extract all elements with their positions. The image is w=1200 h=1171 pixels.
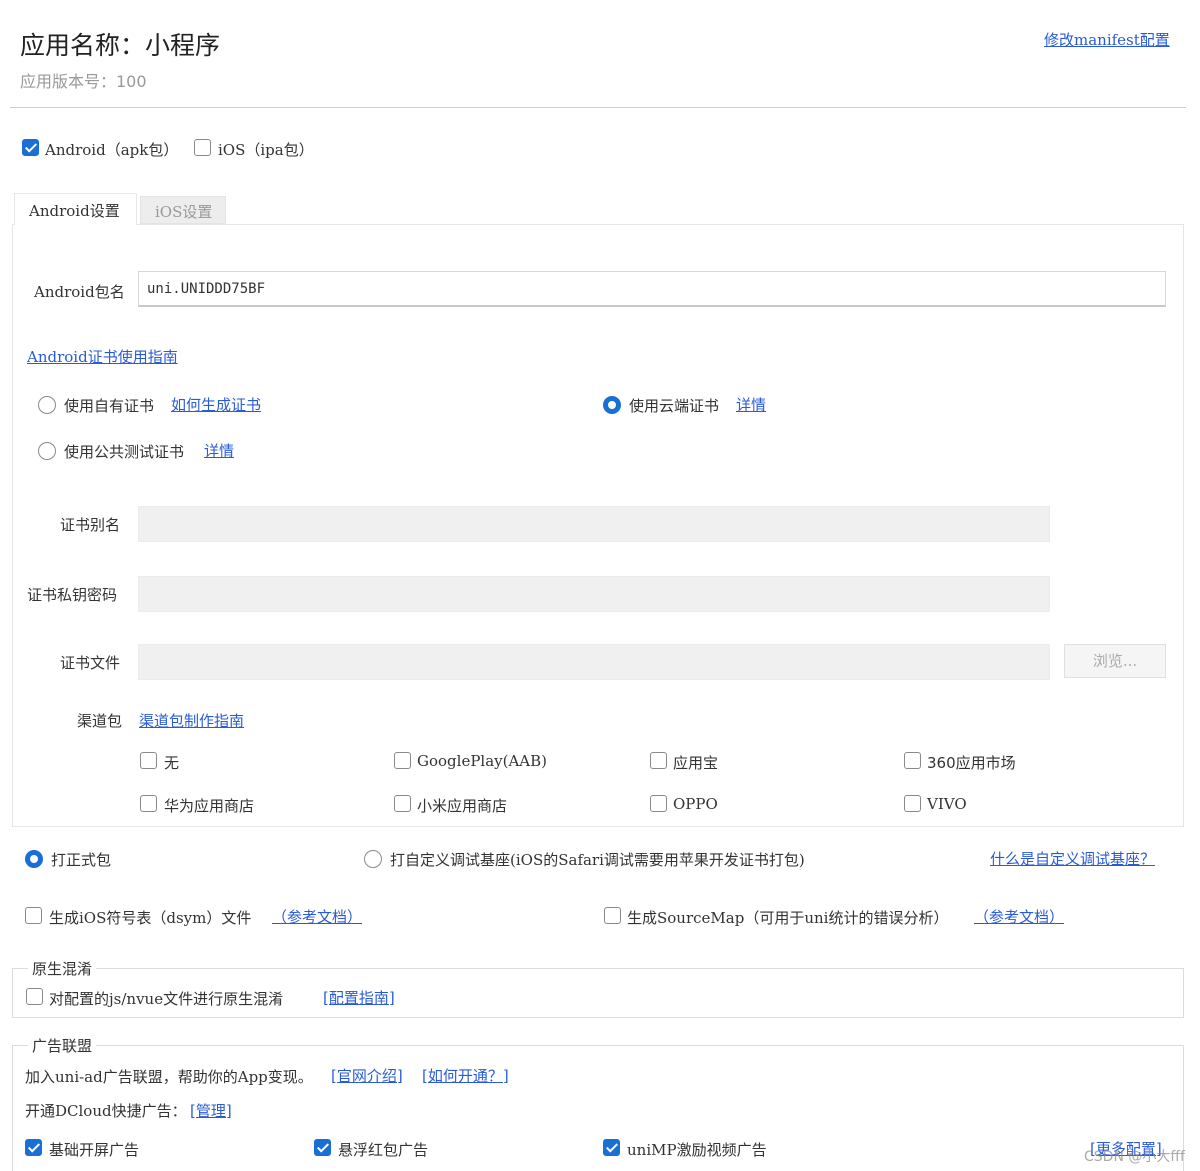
ads-join-text: 加入uni-ad广告联盟，帮助你的App变现。	[25, 1068, 313, 1086]
cloud-cert-radio[interactable]	[603, 396, 621, 414]
cert-password-input[interactable]	[138, 576, 1050, 612]
custom-debug-base-radio[interactable]	[364, 850, 382, 868]
obfuscation-legend: 原生混淆	[28, 958, 97, 979]
android-cert-guide-link[interactable]: Android证书使用指南	[27, 346, 178, 367]
channel-label: 渠道包	[77, 712, 123, 730]
own-cert-radio[interactable]	[38, 396, 56, 414]
cert-file-label: 证书文件	[60, 654, 121, 672]
package-name-label: Android包名	[34, 283, 125, 301]
channel-huawei-checkbox[interactable]	[140, 795, 157, 812]
ios-platform-checkbox[interactable]	[194, 139, 211, 156]
dcloud-ads-manage-link[interactable]: [管理]	[190, 1100, 232, 1121]
ads-legend: 广告联盟	[28, 1035, 97, 1056]
channel-vivo-checkbox[interactable]	[904, 795, 921, 812]
tab-android-label: Android设置	[29, 202, 120, 220]
public-test-cert-label: 使用公共测试证书	[64, 443, 185, 461]
splash-ad-label: 基础开屏广告	[49, 1141, 140, 1159]
channel-none-checkbox[interactable]	[140, 752, 157, 769]
obfuscation-label: 对配置的js/nvue文件进行原生混淆	[49, 990, 284, 1008]
channel-oppo-label: OPPO	[673, 795, 718, 813]
public-test-cert-radio[interactable]	[38, 442, 56, 460]
cert-password-label: 证书私钥密码	[27, 586, 118, 604]
csdn-watermark: CSDN @小大fff	[1084, 1149, 1185, 1165]
how-to-generate-cert-link[interactable]: 如何生成证书	[171, 394, 261, 415]
app-name-title: 应用名称：小程序	[20, 31, 221, 60]
own-cert-label: 使用自有证书	[64, 397, 155, 415]
sourcemap-label: 生成SourceMap（可用于uni统计的错误分析）	[627, 909, 949, 927]
header-divider	[10, 107, 1186, 108]
red-packet-ad-label: 悬浮红包广告	[338, 1141, 429, 1159]
app-version-text: 应用版本号：100	[20, 72, 147, 91]
ads-how-link[interactable]: [如何开通？]	[422, 1065, 509, 1086]
channel-googleplay-label: GooglePlay(AAB)	[417, 752, 548, 770]
splash-ad-checkbox[interactable]	[25, 1139, 42, 1156]
channel-huawei-label: 华为应用商店	[164, 797, 255, 815]
android-platform-label: Android（apk包）	[45, 141, 179, 159]
dsym-docs-link[interactable]: （参考文档）	[272, 906, 362, 927]
channel-yingyongbao-label: 应用宝	[673, 754, 719, 772]
package-name-value: uni.UNIDDD75BF	[147, 281, 266, 297]
obfuscation-guide-link[interactable]: [配置指南]	[323, 987, 395, 1008]
android-platform-checkbox[interactable]	[22, 139, 39, 156]
reward-video-ad-checkbox[interactable]	[603, 1139, 620, 1156]
sourcemap-checkbox[interactable]	[604, 907, 621, 924]
cert-file-input[interactable]	[138, 644, 1050, 680]
channel-googleplay-checkbox[interactable]	[394, 752, 411, 769]
package-name-input[interactable]: uni.UNIDDD75BF	[138, 271, 1166, 307]
public-cert-details-link[interactable]: 详情	[204, 440, 234, 461]
dcloud-ads-text: 开通DCloud快捷广告：	[25, 1102, 187, 1120]
channel-vivo-label: VIVO	[927, 795, 967, 813]
browse-button-label: 浏览...	[1092, 652, 1138, 670]
channel-360-label: 360应用市场	[927, 754, 1016, 772]
tab-ios-label: iOS设置	[155, 203, 213, 221]
cert-alias-label: 证书别名	[60, 516, 121, 534]
ios-platform-label: iOS（ipa包）	[218, 141, 314, 159]
cloud-cert-details-link[interactable]: 详情	[736, 394, 766, 415]
formal-pack-radio[interactable]	[25, 850, 43, 868]
tab-ios-settings[interactable]: iOS设置	[140, 196, 226, 224]
channel-xiaomi-checkbox[interactable]	[394, 795, 411, 812]
channel-yingyongbao-checkbox[interactable]	[650, 752, 667, 769]
dsym-label: 生成iOS符号表（dsym）文件	[49, 909, 252, 927]
custom-debug-base-label: 打自定义调试基座(iOS的Safari调试需要用苹果开发证书打包)	[390, 851, 805, 869]
cert-alias-input[interactable]	[138, 506, 1050, 542]
channel-360-checkbox[interactable]	[904, 752, 921, 769]
channel-xiaomi-label: 小米应用商店	[417, 797, 508, 815]
edit-manifest-link[interactable]: 修改manifest配置	[1044, 29, 1170, 50]
cloud-cert-label: 使用云端证书	[629, 397, 720, 415]
ads-fieldset	[12, 1045, 1184, 1171]
formal-pack-label: 打正式包	[51, 851, 112, 869]
obfuscation-checkbox[interactable]	[26, 988, 43, 1005]
channel-oppo-checkbox[interactable]	[650, 795, 667, 812]
what-is-custom-base-link[interactable]: 什么是自定义调试基座？	[990, 848, 1155, 869]
reward-video-ad-label: uniMP激励视频广告	[627, 1141, 767, 1159]
ads-intro-link[interactable]: [官网介绍]	[331, 1065, 403, 1086]
channel-none-label: 无	[164, 754, 180, 772]
channel-guide-link[interactable]: 渠道包制作指南	[139, 710, 244, 731]
sourcemap-docs-link[interactable]: （参考文档）	[974, 906, 1064, 927]
tab-android-settings[interactable]: Android设置	[14, 193, 137, 225]
browse-button[interactable]: 浏览...	[1064, 644, 1166, 678]
dsym-checkbox[interactable]	[25, 907, 42, 924]
red-packet-ad-checkbox[interactable]	[314, 1139, 331, 1156]
